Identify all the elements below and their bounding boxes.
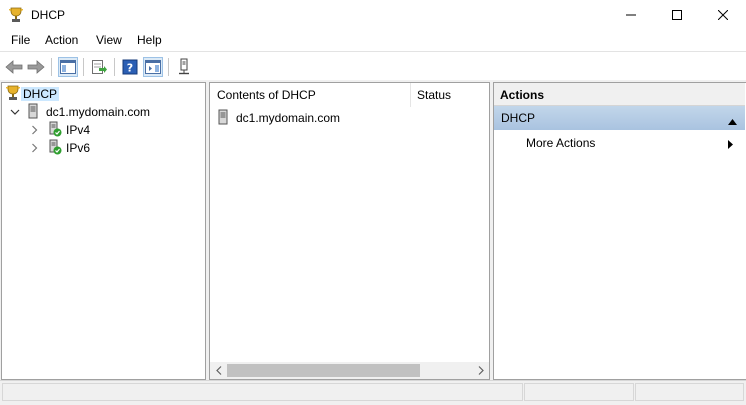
submenu-arrow-icon [728, 138, 733, 152]
chevron-right-icon[interactable] [28, 125, 40, 135]
status-segment [635, 383, 744, 401]
column-header-contents[interactable]: Contents of DHCP [217, 83, 410, 107]
tree-item-ipv6[interactable]: IPv6 [28, 139, 92, 157]
svg-text:?: ? [127, 62, 133, 75]
back-arrow-icon[interactable] [4, 57, 24, 77]
horizontal-scrollbar[interactable] [210, 362, 489, 379]
list-item[interactable]: dc1.mydomain.com [218, 109, 342, 127]
menu-action[interactable]: Action [45, 33, 78, 47]
status-segment [2, 383, 523, 401]
show-hide-console-tree-icon[interactable] [58, 57, 78, 77]
results-list-pane: Contents of DHCP Status dc1.mydomain.com [209, 82, 490, 380]
column-separator[interactable] [410, 83, 411, 107]
tree-item-label: IPv6 [66, 141, 91, 155]
menu-file[interactable]: File [11, 33, 30, 47]
menu-bar: File Action View Help [0, 30, 746, 51]
server-icon [28, 103, 38, 122]
list-item-name: dc1.mydomain.com [236, 111, 341, 125]
tree-item-dhcp[interactable]: DHCP [5, 85, 60, 104]
help-icon[interactable]: ? [120, 57, 140, 77]
actions-section-dhcp[interactable]: DHCP [494, 106, 745, 130]
toolbar-separator [168, 58, 169, 76]
tree-item-server[interactable]: dc1.mydomain.com [8, 103, 152, 121]
scroll-right-icon[interactable] [472, 362, 489, 379]
more-actions-label: More Actions [526, 136, 596, 150]
menu-view[interactable]: View [96, 33, 122, 47]
tree-item-label: IPv4 [66, 123, 91, 137]
dhcp-icon [5, 85, 21, 104]
actions-pane: Actions DHCP More Actions [493, 82, 746, 380]
more-actions-item[interactable]: More Actions [526, 136, 738, 150]
show-hide-action-pane-icon[interactable] [143, 57, 163, 77]
ipv4-status-icon [48, 121, 62, 140]
dhcp-app-icon [8, 7, 24, 23]
export-list-icon[interactable] [89, 57, 109, 77]
ipv6-status-icon [48, 139, 62, 158]
chevron-down-icon[interactable] [8, 108, 22, 116]
actions-header: Actions [494, 83, 745, 106]
menu-help[interactable]: Help [137, 33, 162, 47]
tree-item-label: DHCP [21, 87, 60, 101]
forward-arrow-icon[interactable] [26, 57, 46, 77]
collapse-up-icon[interactable] [728, 114, 737, 128]
chevron-right-icon[interactable] [28, 143, 40, 153]
scroll-left-icon[interactable] [210, 362, 227, 379]
server-status-icon[interactable] [174, 57, 194, 77]
toolbar: ? [0, 51, 746, 81]
actions-title: Actions [500, 88, 545, 102]
toolbar-separator [83, 58, 84, 76]
minimize-button[interactable] [608, 0, 654, 30]
main-panes: DHCP dc1.mydomain.com IPv4 IPv6 Contents… [0, 80, 746, 380]
actions-section-label: DHCP [501, 111, 536, 125]
status-segment [524, 383, 634, 401]
tree-item-label: dc1.mydomain.com [46, 105, 151, 119]
toolbar-separator [51, 58, 52, 76]
tree-item-ipv4[interactable]: IPv4 [28, 121, 92, 139]
scrollbar-thumb[interactable] [227, 364, 420, 377]
maximize-button[interactable] [654, 0, 700, 30]
console-tree: DHCP dc1.mydomain.com IPv4 IPv6 [1, 82, 206, 380]
column-header-status[interactable]: Status [417, 83, 487, 107]
close-button[interactable] [700, 0, 746, 30]
toolbar-separator [114, 58, 115, 76]
server-icon [218, 109, 228, 128]
window-title: DHCP [31, 8, 66, 22]
status-bar [0, 380, 746, 405]
title-bar: DHCP [0, 0, 746, 30]
